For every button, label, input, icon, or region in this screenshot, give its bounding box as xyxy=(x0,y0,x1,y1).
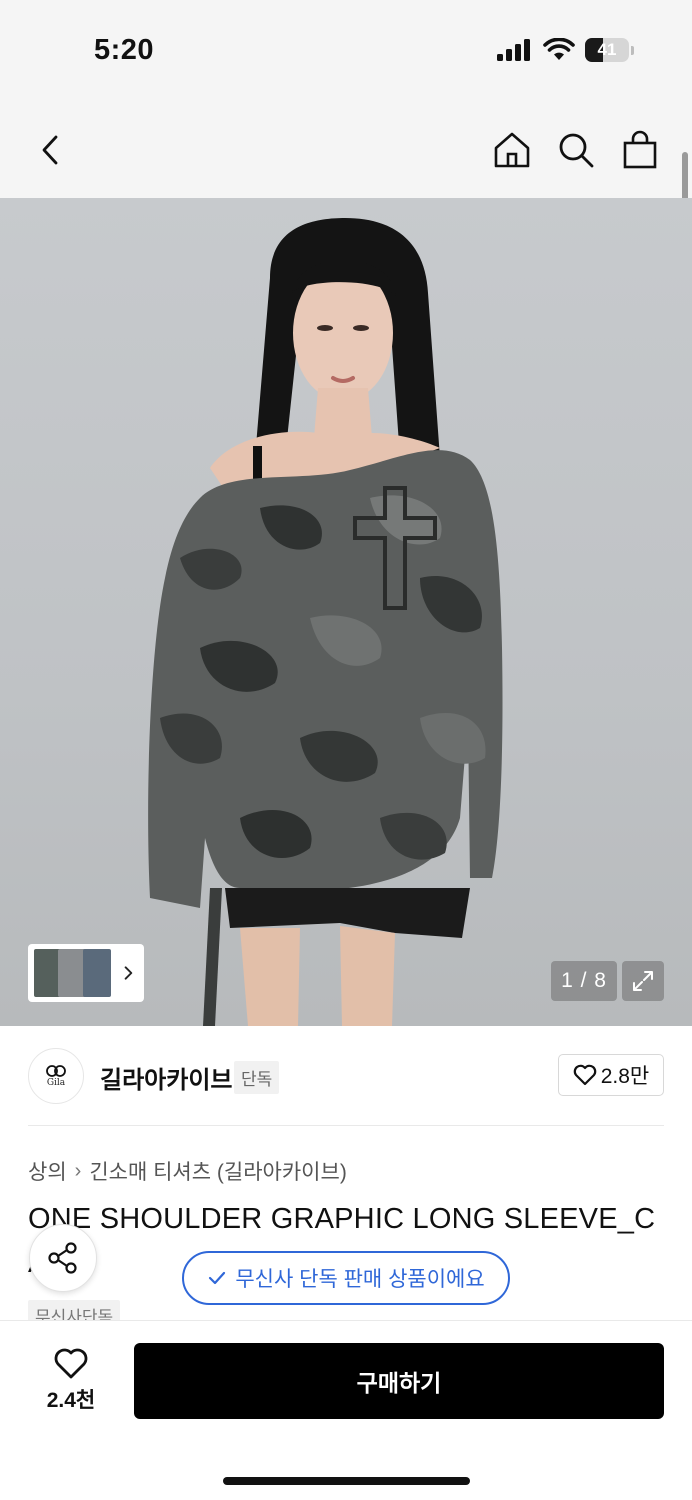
battery-tip xyxy=(631,45,634,55)
battery-percent: 41 xyxy=(597,40,617,59)
home-button[interactable] xyxy=(490,128,534,172)
bottom-action-bar: 2.4천 구매하기 xyxy=(0,1320,692,1500)
brand-row: Gila 길라아카이브 단독 2.8만 xyxy=(28,1048,664,1104)
checkmark-icon xyxy=(209,1271,226,1285)
status-bar: 5:20 41 xyxy=(0,0,692,100)
search-button[interactable] xyxy=(554,128,598,172)
thumbnail-strip[interactable] xyxy=(28,944,144,1002)
breadcrumb-level-1[interactable]: 상의 xyxy=(28,1156,67,1186)
back-arrow-icon xyxy=(42,135,58,165)
home-icon xyxy=(494,132,530,168)
expand-icon xyxy=(633,971,653,991)
signal-icon xyxy=(497,39,530,61)
product-title: ONE SHOULDER GRAPHIC LONG SLEEVE_C xyxy=(28,1203,656,1235)
share-button[interactable] xyxy=(29,1224,97,1292)
buy-button[interactable]: 구매하기 xyxy=(134,1343,664,1419)
brand-like-button[interactable]: 2.8만 xyxy=(558,1054,664,1096)
breadcrumb-level-2[interactable]: 긴소매 티셔츠 (길라아카이브) xyxy=(89,1156,347,1186)
brand-name[interactable]: 길라아카이브 xyxy=(100,1060,232,1095)
divider xyxy=(28,1125,664,1126)
thumbnail-3[interactable] xyxy=(82,949,112,997)
home-indicator xyxy=(223,1477,470,1485)
expand-button[interactable] xyxy=(622,961,664,1001)
search-icon xyxy=(559,133,594,168)
product-image[interactable] xyxy=(0,198,692,1026)
brand-like-count: 2.8만 xyxy=(600,1065,650,1088)
brand-logo[interactable]: Gila xyxy=(28,1048,84,1104)
exclusive-notice: 무신사 단독 판매 상품이에요 xyxy=(182,1251,510,1305)
product-photo-illustration xyxy=(148,218,503,1026)
share-icon xyxy=(48,1242,77,1274)
heart-outline-icon xyxy=(54,1348,88,1379)
battery-icon: 41 xyxy=(585,38,629,62)
back-button[interactable] xyxy=(28,128,72,172)
cart-button[interactable] xyxy=(618,128,662,172)
heart-outline-icon xyxy=(573,1064,597,1086)
like-button[interactable]: 2.4천 xyxy=(28,1343,114,1419)
top-nav xyxy=(0,100,692,198)
chevron-right-icon xyxy=(124,966,133,980)
like-count: 2.4천 xyxy=(46,1389,96,1412)
breadcrumb: 상의 › 긴소매 티셔츠 (길라아카이브) xyxy=(28,1156,347,1186)
breadcrumb-separator: › xyxy=(74,1159,82,1182)
exclusive-notice-text: 무신사 단독 판매 상품이에요 xyxy=(235,1268,485,1291)
wifi-icon xyxy=(543,38,575,60)
brand-logo-text: Gila xyxy=(46,1078,66,1088)
status-time: 5:20 xyxy=(94,34,155,66)
brand-exclusive-badge: 단독 xyxy=(234,1061,280,1094)
image-counter: 1 / 8 xyxy=(551,961,617,1001)
status-icons: 41 xyxy=(497,38,634,62)
brand-emblem-icon xyxy=(46,1065,66,1077)
shopping-bag-icon xyxy=(623,130,657,169)
